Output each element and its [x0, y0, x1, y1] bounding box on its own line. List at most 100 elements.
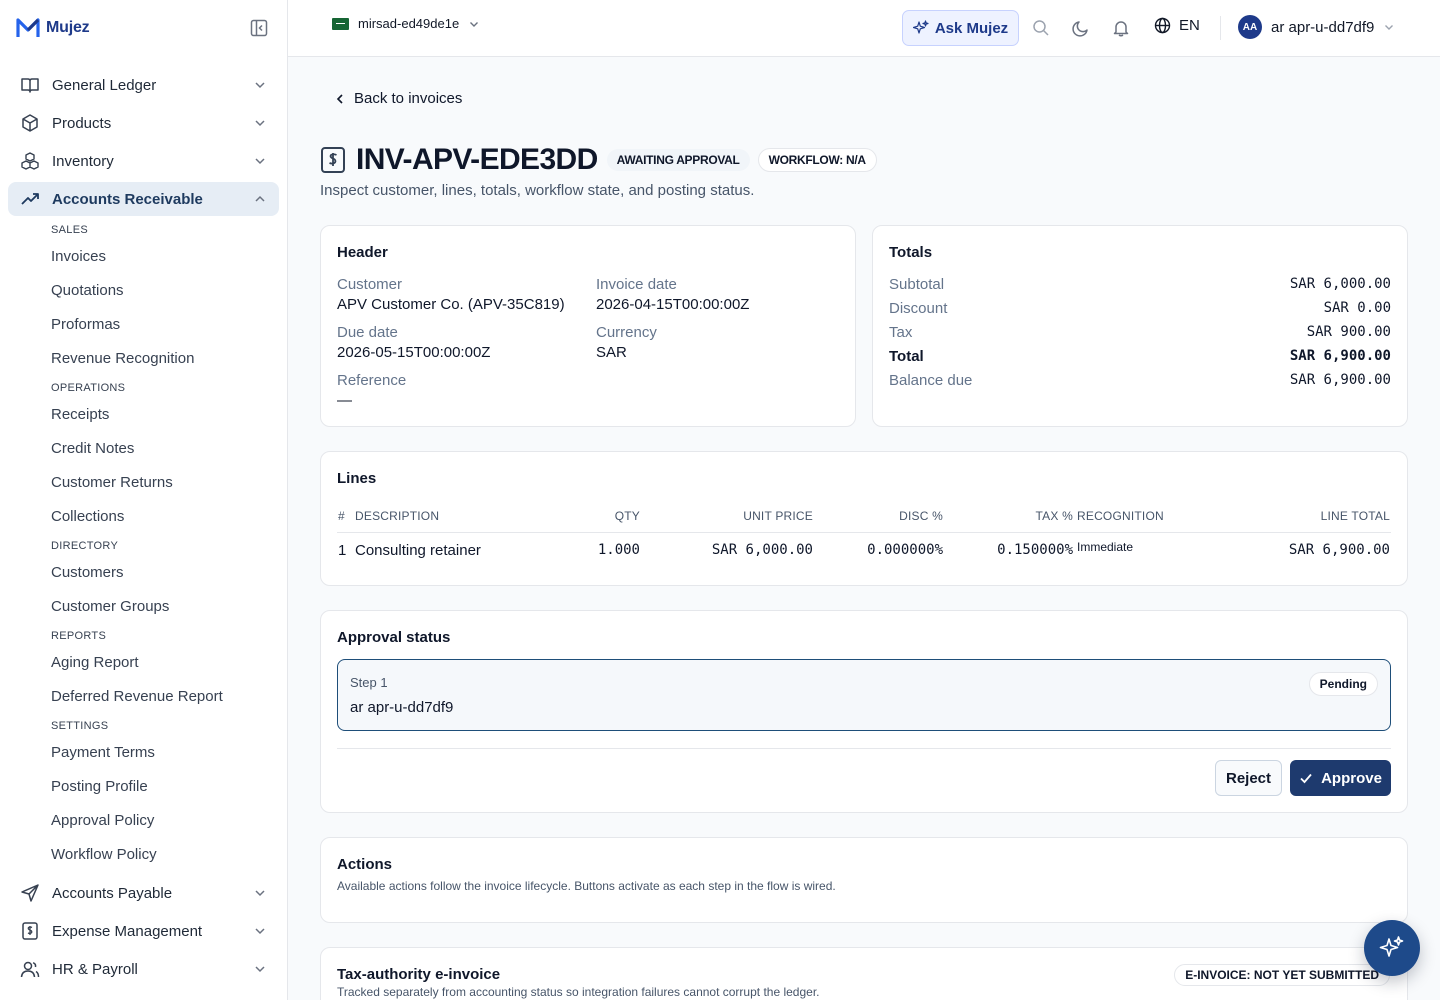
receipt-icon [22, 922, 38, 940]
sidebar-item-products[interactable]: Products [8, 106, 279, 140]
ask-mujez-label: Ask Mujez [934, 19, 1009, 37]
chevron-down-icon [1385, 25, 1394, 30]
totals-value: SAR 900.00 [1306, 324, 1391, 340]
reject-button[interactable]: Reject [1215, 760, 1282, 796]
card-title: Approval status [337, 629, 451, 646]
users-icon [20, 961, 40, 978]
saudi-flag-icon [332, 17, 349, 30]
back-label: Back to invoices [354, 90, 463, 107]
divider [337, 748, 1391, 749]
submenu-item-customer-returns[interactable]: Customer Returns [8, 466, 279, 500]
user-menu[interactable]: AA ar apr-u-dd7df9 [1238, 15, 1395, 39]
submenu-item-customer-groups[interactable]: Customer Groups [8, 590, 279, 624]
chevron-left-icon [336, 93, 343, 104]
receipt-icon [321, 147, 345, 173]
totals-value: SAR 6,900.00 [1289, 372, 1391, 388]
mujez-logo-icon [16, 18, 40, 37]
ar-submenu: SALES Invoices Quotations Proformas Reve… [8, 220, 279, 872]
sparkles-icon [1379, 936, 1404, 957]
submenu-item-invoices[interactable]: Invoices [8, 240, 279, 274]
sidebar-item-label: Expense Management [52, 922, 203, 940]
invoice-date-value: 2026-04-15T00:00:00Z [596, 296, 750, 313]
submenu-group-directory: DIRECTORY [51, 540, 119, 552]
chevron-down-icon [255, 966, 265, 973]
column-header: TAX % [1035, 509, 1073, 523]
currency-value: SAR [596, 344, 627, 361]
send-icon [21, 884, 39, 902]
submenu-item-receipts[interactable]: Receipts [8, 398, 279, 432]
check-icon [1300, 773, 1312, 784]
submenu-item-credit-notes[interactable]: Credit Notes [8, 432, 279, 466]
submenu-item-revenue-recognition[interactable]: Revenue Recognition [8, 342, 279, 376]
table-header-divider [337, 532, 1391, 533]
submenu-item-collections[interactable]: Collections [8, 500, 279, 534]
customer-label: Customer [337, 276, 403, 293]
totals-value: SAR 0.00 [1323, 300, 1391, 316]
submenu-item-payment-terms[interactable]: Payment Terms [8, 736, 279, 770]
column-header: # [338, 509, 345, 523]
sidebar-item-accounts-receivable[interactable]: Accounts Receivable [8, 182, 279, 216]
einvoice-description: Tracked separately from accounting statu… [337, 985, 820, 999]
ask-mujez-button[interactable]: Ask Mujez [902, 10, 1019, 46]
lines-card: Lines # DESCRIPTION QTY UNIT PRICE DISC … [320, 451, 1408, 586]
sidebar-item-general-ledger[interactable]: General Ledger [8, 68, 279, 102]
sidebar-item-accounts-payable[interactable]: Accounts Payable [8, 876, 279, 910]
card-title: Tax-authority e-invoice [337, 966, 501, 983]
bell-icon[interactable] [1112, 19, 1130, 37]
sidebar-item-expense-management[interactable]: Expense Management [8, 914, 279, 948]
org-switcher[interactable]: mirsad-ed49de1e [332, 16, 480, 31]
search-icon[interactable] [1032, 19, 1050, 37]
chevron-down-icon [255, 928, 265, 935]
moon-icon[interactable] [1072, 19, 1090, 37]
sparkles-icon [912, 20, 929, 34]
ai-assistant-fab[interactable] [1364, 920, 1420, 976]
sidebar-item-hr-payroll[interactable]: HR & Payroll [8, 952, 279, 986]
submenu-item-workflow-policy[interactable]: Workflow Policy [8, 838, 279, 872]
submenu-item-aging-report[interactable]: Aging Report [8, 646, 279, 680]
sidebar-item-label: HR & Payroll [52, 960, 138, 978]
submenu-item-quotations[interactable]: Quotations [8, 274, 279, 308]
sidebar-item-label: Accounts Payable [52, 884, 173, 902]
book-icon [21, 78, 39, 93]
einvoice-card: Tax-authority e-invoice Tracked separate… [320, 947, 1408, 1000]
submenu-item-proformas[interactable]: Proformas [8, 308, 279, 342]
sidebar-item-label: Inventory [52, 152, 114, 170]
line-total: SAR 6,900.00 [1288, 542, 1390, 558]
submenu-item-approval-policy[interactable]: Approval Policy [8, 804, 279, 838]
submenu-item-customers[interactable]: Customers [8, 556, 279, 590]
invoice-date-label: Invoice date [596, 276, 677, 293]
chevron-down-icon [255, 890, 265, 897]
sidebar-item-label: General Ledger [52, 76, 157, 94]
box-icon [22, 114, 38, 132]
chevron-down-icon [255, 82, 265, 89]
chevron-down-icon [470, 21, 479, 27]
brand[interactable]: Mujez [16, 14, 90, 42]
trending-up-icon [21, 193, 39, 205]
approval-status-card: Approval status Step 1 ar apr-u-dd7df9 P… [320, 610, 1408, 813]
sidebar-item-inventory[interactable]: Inventory [8, 144, 279, 178]
language-switcher[interactable]: EN [1154, 17, 1200, 34]
line-qty: 1.000 [597, 542, 640, 558]
approve-button[interactable]: Approve [1290, 760, 1391, 796]
totals-label: Tax [889, 324, 913, 341]
submenu-item-posting-profile[interactable]: Posting Profile [8, 770, 279, 804]
sidebar: Mujez General Ledger Products Inventory … [0, 0, 288, 1000]
submenu-item-deferred-revenue-report[interactable]: Deferred Revenue Report [8, 680, 279, 714]
step-approver: ar apr-u-dd7df9 [350, 699, 454, 716]
card-title: Actions [337, 856, 393, 873]
back-to-invoices-link[interactable]: Back to invoices [334, 90, 462, 107]
line-description: Consulting retainer [355, 542, 481, 559]
header-card: Header Customer APV Customer Co. (APV-35… [320, 225, 856, 427]
chevron-down-icon [255, 158, 265, 165]
due-date-value: 2026-05-15T00:00:00Z [337, 344, 491, 361]
actions-description: Available actions follow the invoice lif… [337, 879, 836, 893]
submenu-group-sales: SALES [51, 224, 88, 236]
totals-row-discount: Discount SAR 0.00 [889, 300, 1391, 320]
einvoice-status-badge: E-INVOICE: NOT YET SUBMITTED [1174, 964, 1390, 986]
column-header: DISC % [899, 509, 943, 523]
user-name: ar apr-u-dd7df9 [1271, 18, 1375, 36]
totals-card: Totals Subtotal SAR 6,000.00 Discount SA… [872, 225, 1408, 427]
sidebar-collapse-icon[interactable] [250, 19, 268, 37]
column-header: DESCRIPTION [355, 509, 440, 523]
topbar: mirsad-ed49de1e Ask Mujez EN AA ar apr-u… [288, 0, 1440, 57]
